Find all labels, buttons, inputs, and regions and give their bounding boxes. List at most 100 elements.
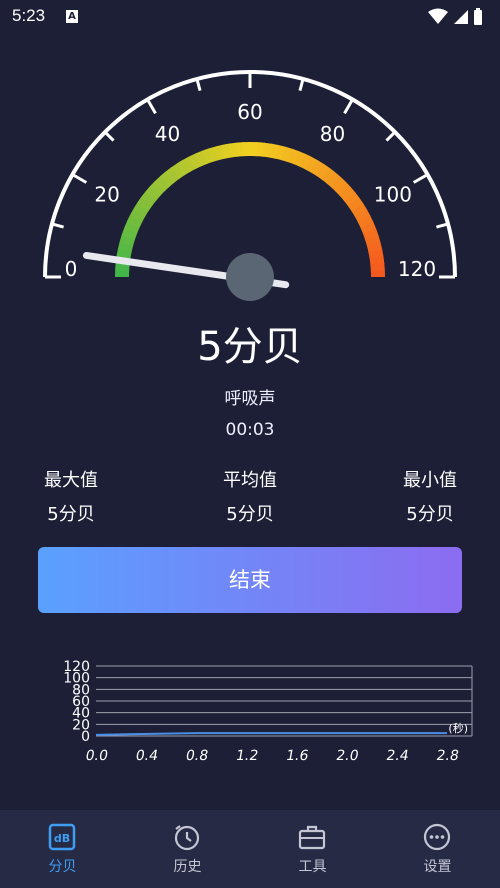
gauge-arc-segment [275,144,286,161]
gauge-arc-segment [136,196,153,212]
tab-settings-label: 设置 [423,859,452,875]
gauge-arc-segment [170,163,185,180]
gauge-arc-segment [362,228,379,241]
tab-history[interactable]: 历史 [125,810,250,888]
db-icon: dB [48,823,76,851]
gauge-label-40: 40 [155,122,180,146]
gauge-label-100: 100 [374,183,412,207]
gauge-arc-segment [369,255,385,266]
battery-icon [474,10,482,25]
stat-min: 最小值 5分贝 [370,466,490,526]
gauge-arc-segment [330,176,347,193]
gauge-arc-segment [215,144,226,161]
tab-tools-label: 工具 [298,859,327,875]
gauge-arc-segment [299,153,313,170]
wifi-icon [428,8,448,24]
gauge-arc-segment [360,222,377,235]
history-icon [174,825,200,851]
gauge-arc-segment [354,209,371,223]
stat-max: 最大值 5分贝 [11,466,131,526]
current-decibel: 5分贝 [197,324,303,370]
stat-avg-value: 5分贝 [226,504,274,525]
signal-icon [454,10,468,24]
stat-max-label: 最大值 [44,470,98,491]
gauge-arc-segment [326,172,342,188]
status-bar: 5:23 A [0,0,500,34]
gauge-arc-segment [368,248,384,260]
gauge-arc-segment [262,142,273,158]
gauge-arc-segment [256,142,266,157]
gauge-arc-segment [126,214,143,228]
gauge-arc-segment [165,167,180,183]
gauge-arc-segment [121,227,138,240]
tab-history-label: 历史 [173,859,202,875]
x-tick-label: 2.4 [385,748,410,764]
gauge-label-120: 120 [398,257,436,281]
tab-decibel-label: 分贝 [48,859,77,875]
stat-max-value: 5分贝 [47,504,95,525]
gauge-arc-segment [117,241,134,252]
gauge-arc-segment [366,242,383,253]
stat-avg: 平均值 5分贝 [190,466,310,526]
gauge-arc-segment [228,142,239,158]
tab-tools[interactable]: 工具 [250,810,375,888]
status-time: 5:23 [12,6,46,25]
gauge-arc-segment [315,163,331,180]
gauge-label-80: 80 [320,122,345,146]
gauge-arc-segment [116,247,132,259]
gauge-arc-segment [154,175,170,192]
x-tick-label: 2.0 [335,748,360,764]
gauge-tick [343,98,354,115]
gauge-arc-segment [335,181,352,197]
decibel-gauge: 0 20 40 60 80 100 120 [43,70,457,301]
gauge-tick [146,98,157,115]
gauge-arc-segment [182,156,196,173]
gauge-arc-segment [351,203,368,218]
gauge-arc-segment [310,160,325,177]
stat-min-value: 5分贝 [406,504,454,525]
system-icons [428,8,482,25]
gauge-arc-segment [208,146,220,162]
gauge-arc-segment [119,234,136,246]
stat-avg-label: 平均值 [223,470,277,491]
gauge-label-0: 0 [65,257,78,281]
gauge-arc-segment [140,191,157,206]
gauge-tick [71,173,88,184]
x-tick-label: 1.2 [235,748,260,764]
settings-icon [423,823,451,851]
x-tick-label: 2.8 [435,748,460,764]
bottom-tab-bar: dB 分贝 历史 工具 设置 [0,810,500,888]
x-tick-label: 1.6 [285,748,310,764]
sound-type: 呼吸声 [224,389,276,409]
gauge-arc-segment [133,202,150,217]
x-tick-label: 0.0 [84,748,109,764]
gauge-arc-segment [339,186,356,202]
gauge-arc-segment [123,221,140,234]
tab-settings[interactable]: 设置 [375,810,500,888]
x-unit-label: (秒) [448,721,468,735]
notification-icon: A [66,10,78,23]
gauge-arc-segment [293,150,306,167]
toolbox-icon [298,825,326,850]
gauge-arc-segment [188,153,202,170]
decibel-history-chart: 0204060801001200.0 0.4 0.8 1.2 1.6 2.0 2.4 2.8(… [63,659,473,764]
gauge-arc-segment [365,235,381,247]
gauge-arc-segment [195,150,208,167]
gauge-arc-segment [344,192,360,207]
end-button[interactable]: 结束 [38,547,462,613]
gauge-arc-segment [176,159,191,176]
stat-min-label: 最小值 [403,470,457,491]
series-line [95,732,447,736]
gauge-arc-segment [357,215,374,229]
gauge-arc-segment [235,142,245,157]
svg-text:dB: dB [54,832,70,845]
gauge-arc-segment [221,143,233,159]
gauge-arc-segment [304,156,319,173]
gauge-arc-segment [129,208,146,223]
gauge-arc-segment [281,146,293,163]
gauge-arc-segment [287,148,300,165]
gauge-label-60: 60 [237,100,262,124]
gauge-arc-segment [159,171,175,188]
tab-decibel[interactable]: dB 分贝 [0,810,125,888]
needle-hub [226,253,274,301]
